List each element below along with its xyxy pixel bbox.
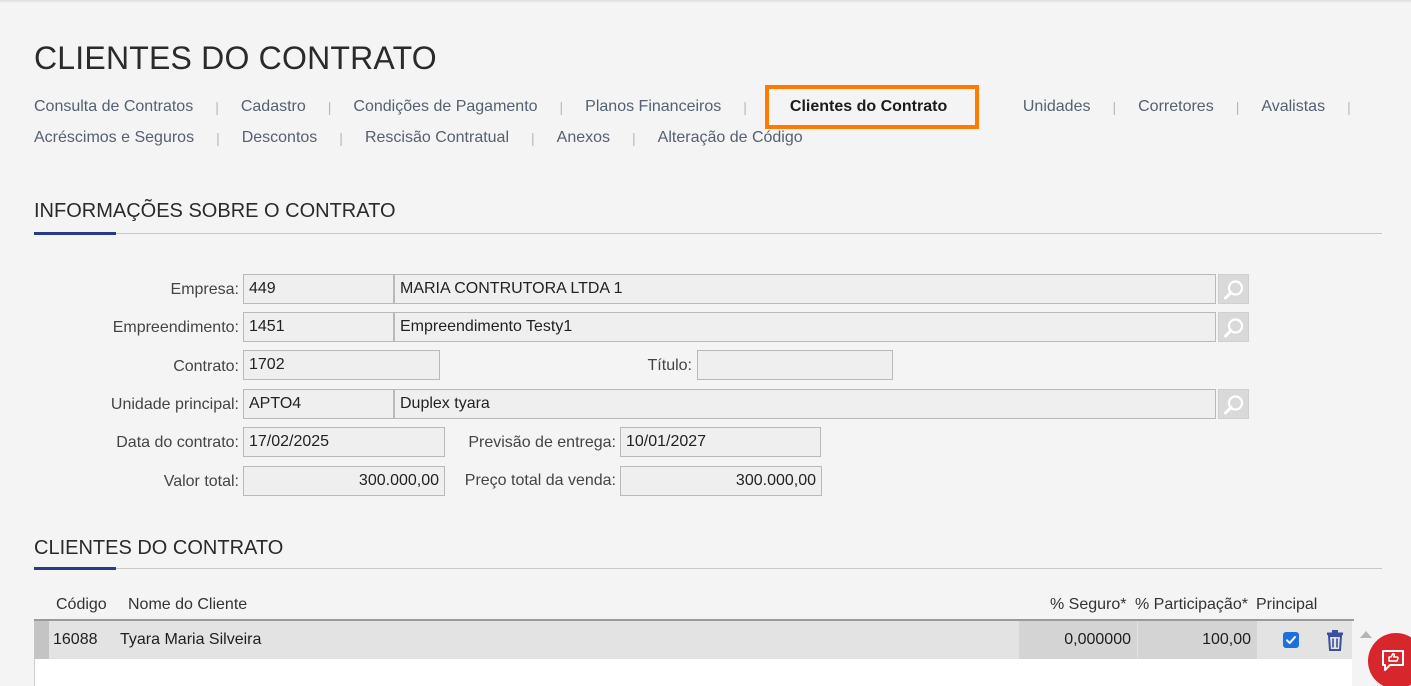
col-codigo-header[interactable]: Código (56, 596, 107, 614)
scroll-up-icon[interactable] (1360, 631, 1372, 638)
search-icon (1224, 395, 1244, 415)
nav-separator: | (215, 99, 219, 115)
info-section-title: INFORMAÇÕES SOBRE O CONTRATO (34, 200, 396, 222)
nav-cadastro[interactable]: Cadastro (241, 97, 306, 117)
nav-separator: | (339, 130, 343, 146)
col-seguro-header[interactable]: % Seguro* (1050, 596, 1127, 614)
unidade-label: Unidade principal: (110, 396, 239, 413)
col-participacao-header[interactable]: % Participação* (1135, 596, 1248, 614)
previsao-entrega-label: Previsão de entrega: (468, 434, 616, 451)
page-title: CLIENTES DO CONTRATO (34, 40, 437, 76)
nav-separator: | (559, 99, 564, 115)
col-nome-header[interactable]: Nome do Cliente (128, 596, 247, 614)
trash-icon[interactable] (1325, 629, 1345, 651)
cell-codigo: 16088 (53, 631, 98, 648)
nav-row-1: Consulta de Contratos | Cadastro | Condi… (34, 85, 1373, 129)
nav-separator: | (327, 99, 332, 115)
row-handle[interactable] (34, 621, 49, 659)
titulo-label: Título: (647, 357, 692, 374)
nav-row-2: Acréscimos e Seguros | Descontos | Resci… (34, 128, 803, 148)
clients-section-title: CLIENTES DO CONTRATO (34, 537, 284, 559)
empreendimento-name-field[interactable]: Empreendimento Testy1 (394, 312, 1216, 342)
cell-nome: Tyara Maria Silveira (120, 631, 262, 648)
empresa-name-field[interactable]: MARIA CONTRUTORA LTDA 1 (394, 274, 1216, 304)
search-icon (1224, 318, 1244, 338)
contrato-label: Contrato: (173, 358, 239, 375)
cell-seguro[interactable]: 0,000000 (1019, 621, 1137, 659)
nav-descontos[interactable]: Descontos (242, 128, 318, 148)
checkmark-icon (1286, 636, 1296, 644)
data-contrato-label: Data do contrato: (116, 434, 239, 451)
previsao-entrega-field[interactable]: 10/01/2027 (620, 427, 821, 457)
unidade-code-field[interactable]: APTO4 (243, 389, 394, 419)
principal-checkbox[interactable] (1283, 632, 1299, 648)
nav-corretores[interactable]: Corretores (1138, 97, 1214, 117)
clients-section-divider (34, 568, 1382, 569)
nav-separator: | (1235, 99, 1240, 115)
valor-total-label: Valor total: (163, 473, 239, 490)
nav-rescisao-contratual[interactable]: Rescisão Contratual (365, 128, 509, 148)
clients-section-accent (34, 567, 116, 570)
nav-consulta-contratos[interactable]: Consulta de Contratos (34, 97, 193, 117)
feedback-button[interactable] (1368, 633, 1411, 686)
nav-avalistas[interactable]: Avalistas (1261, 97, 1325, 117)
nav-condicoes-pagamento[interactable]: Condições de Pagamento (353, 97, 537, 117)
unidade-name-field[interactable]: Duplex tyara (394, 389, 1216, 419)
valor-total-field[interactable]: 300.000,00 (243, 466, 445, 496)
contrato-field[interactable]: 1702 (243, 350, 440, 380)
nav-separator: | (216, 130, 220, 146)
cell-participacao[interactable]: 100,00 (1138, 621, 1257, 659)
empreendimento-code-field[interactable]: 1451 (243, 312, 394, 342)
empresa-search-button[interactable] (1218, 274, 1249, 304)
feedback-icon (1382, 650, 1404, 671)
preco-total-label: Preço total da venda: (464, 472, 616, 489)
empresa-code-field[interactable]: 449 (243, 274, 394, 304)
nav-anexos[interactable]: Anexos (557, 128, 610, 148)
nav-acrescimos-seguros[interactable]: Acréscimos e Seguros (34, 128, 194, 148)
nav-separator: | (1347, 99, 1351, 115)
preco-total-field[interactable]: 300.000,00 (620, 466, 822, 496)
nav-unidades[interactable]: Unidades (1023, 97, 1091, 117)
data-contrato-field[interactable]: 17/02/2025 (243, 427, 445, 457)
nav-separator: | (743, 99, 747, 115)
nav-separator: | (632, 130, 636, 146)
empresa-label: Empresa: (170, 281, 239, 298)
titulo-field[interactable] (697, 350, 893, 380)
nav-separator: | (531, 130, 535, 146)
top-shadow (0, 0, 1411, 3)
search-icon (1224, 280, 1244, 300)
table-row[interactable]: 16088 Tyara Maria Silveira 0,000000 100,… (34, 621, 1352, 659)
table-body-empty-area (34, 659, 1352, 686)
nav-planos-financeiros[interactable]: Planos Financeiros (585, 97, 721, 117)
unidade-search-button[interactable] (1218, 389, 1249, 419)
nav-alteracao-codigo[interactable]: Alteração de Código (658, 128, 803, 148)
col-principal-header[interactable]: Principal (1256, 596, 1317, 614)
nav-clientes-contrato[interactable]: Clientes do Contrato (764, 85, 980, 129)
nav-separator: | (1112, 99, 1117, 115)
empreendimento-search-button[interactable] (1218, 312, 1249, 342)
empreendimento-label: Empreendimento: (112, 319, 239, 336)
info-section-divider (34, 233, 1382, 234)
info-section-accent (34, 232, 116, 235)
